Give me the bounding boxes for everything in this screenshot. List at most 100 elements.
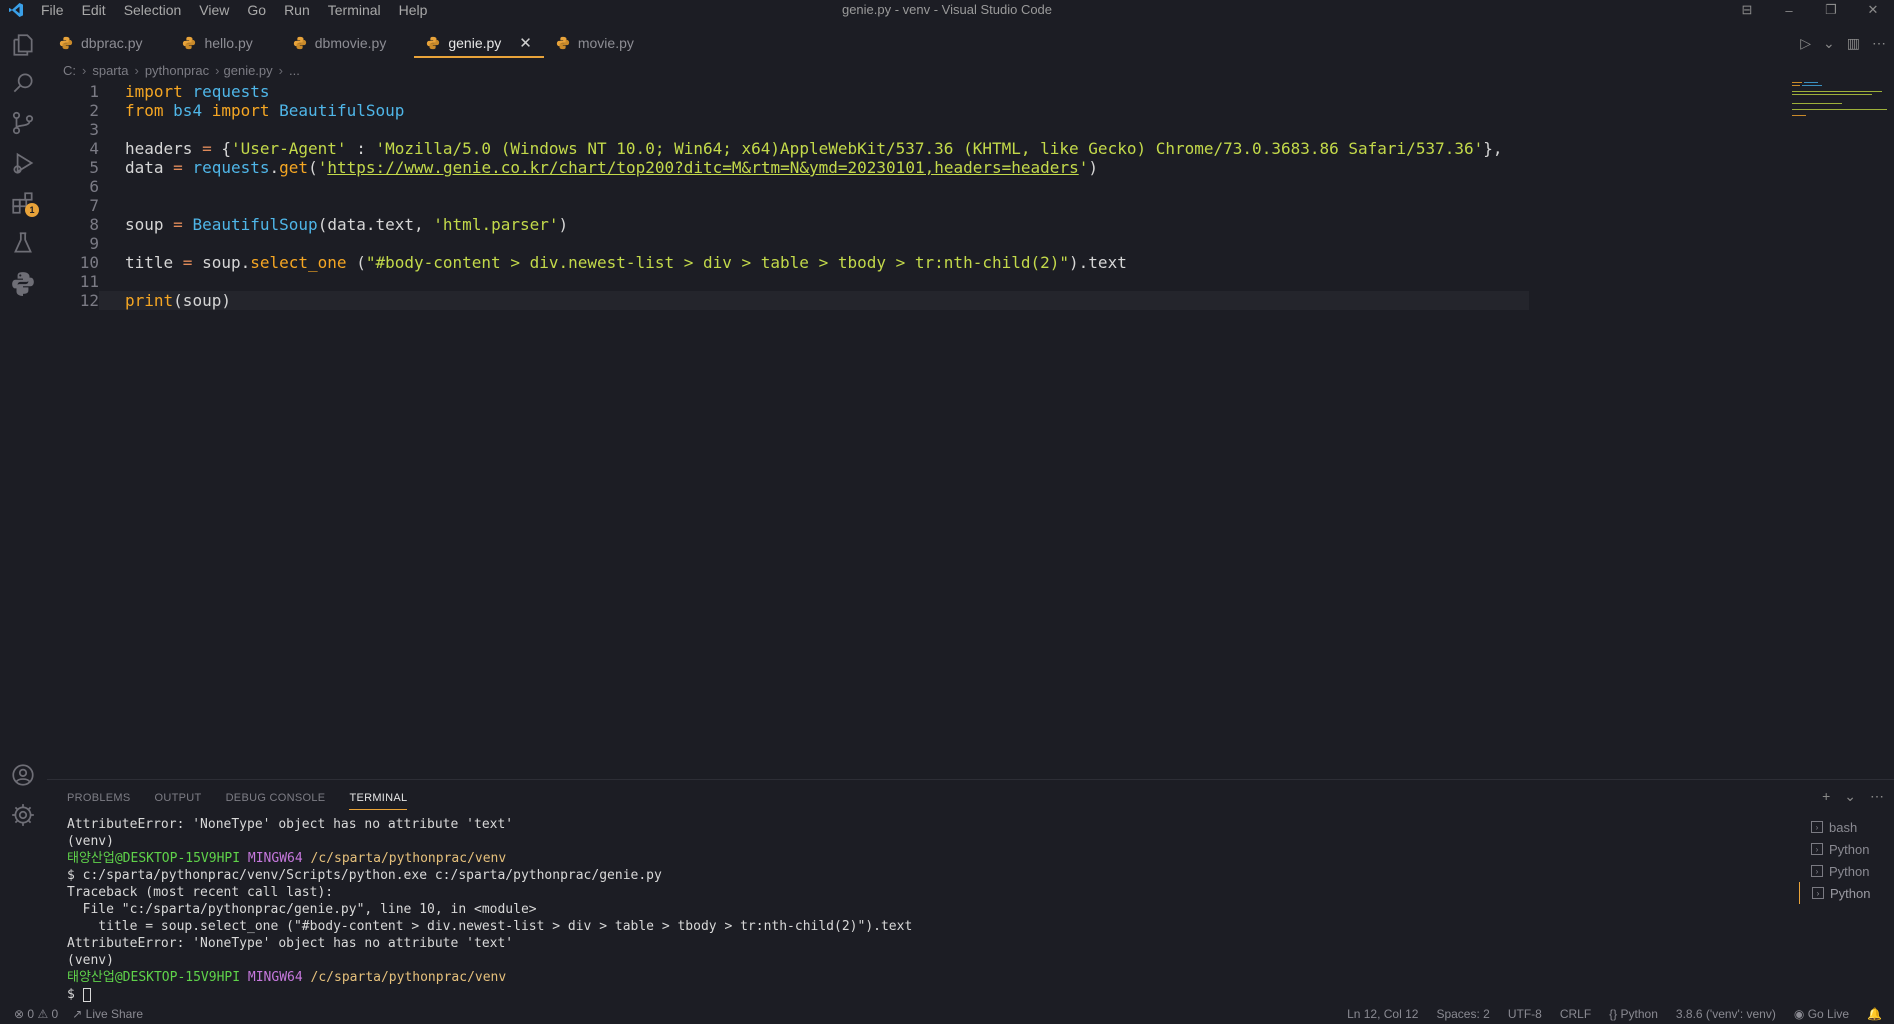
code-token: soup	[125, 215, 174, 234]
language-label: Python	[1620, 1007, 1658, 1021]
end-of-line[interactable]: CRLF	[1560, 1007, 1591, 1021]
menu-go[interactable]: Go	[238, 2, 275, 18]
tab-dbmovie-py[interactable]: dbmovie.py	[281, 28, 415, 58]
terminal-instance-bash[interactable]: › bash	[1799, 816, 1894, 838]
panel-tab-debug-console[interactable]: DEBUG CONSOLE	[226, 792, 326, 810]
terminal-output[interactable]: AttributeError: 'NoneType' object has no…	[67, 816, 1807, 1003]
python-icon[interactable]	[8, 268, 38, 298]
search-icon[interactable]	[8, 68, 38, 98]
menu-view[interactable]: View	[190, 2, 238, 18]
menu-run[interactable]: Run	[275, 2, 319, 18]
code-token: },	[1483, 139, 1503, 158]
code-token: =	[173, 215, 183, 234]
code-token: =	[202, 139, 212, 158]
panel-tab-output[interactable]: OUTPUT	[155, 792, 202, 810]
terminal-text: AttributeError: 'NoneType' object has no…	[67, 817, 514, 832]
close-window-button[interactable]: ✕	[1852, 0, 1894, 20]
breadcrumb-item[interactable]: genie.py	[224, 63, 273, 78]
code-token: =	[182, 253, 193, 272]
language-mode[interactable]: {} Python	[1609, 1007, 1658, 1021]
code-token: (data.text,	[317, 215, 434, 234]
run-file-icon[interactable]: ▷	[1800, 35, 1811, 52]
extensions-icon[interactable]: 1	[8, 188, 39, 218]
terminal-line: 태양산업@DESKTOP-15V9HPI MINGW64 /c/sparta/p…	[67, 850, 1807, 867]
bottom-panel: PROBLEMS OUTPUT DEBUG CONSOLE TERMINAL + ⌄ …	[47, 779, 1894, 1009]
code-text: print(soup)	[125, 291, 231, 310]
status-bar: ⊗ 0 ⚠ 0 ↗ Live Share Ln 12, Col 12 Space…	[0, 1004, 1894, 1024]
run-dropdown-chevron-icon[interactable]: ⌄	[1823, 35, 1835, 52]
new-terminal-button[interactable]: +	[1822, 788, 1830, 805]
gear-icon[interactable]	[8, 800, 38, 830]
code-line: 5 data = requests.get('https://www.genie.…	[47, 158, 1787, 177]
terminal-instance-label: Python	[1830, 885, 1871, 901]
status-left: ⊗ 0 ⚠ 0 ↗ Live Share	[14, 1007, 143, 1021]
close-tab-icon[interactable]: ✕	[519, 34, 532, 52]
tab-dbprac-py[interactable]: dbprac.py	[47, 28, 170, 58]
layout-icon[interactable]: ⊟	[1726, 0, 1768, 20]
menu-file[interactable]: File	[32, 2, 73, 18]
testing-icon[interactable]	[8, 228, 38, 258]
terminal-text: AttributeError: 'NoneType' object has no…	[67, 936, 514, 951]
code-token: :	[346, 139, 376, 158]
python-interpreter[interactable]: 3.8.6 ('venv': venv)	[1676, 1007, 1776, 1021]
breadcrumb-item[interactable]: sparta	[92, 63, 128, 78]
code-token: headers	[125, 139, 203, 158]
breadcrumb-item[interactable]: pythonprac	[145, 63, 209, 78]
encoding[interactable]: UTF-8	[1508, 1007, 1542, 1021]
minimize-button[interactable]: –	[1768, 0, 1810, 20]
breadcrumb-item[interactable]: C:	[63, 63, 76, 78]
terminal-dropdown-chevron-icon[interactable]: ⌄	[1844, 788, 1856, 805]
terminal-instance-label: Python	[1829, 863, 1870, 879]
code-token: print	[125, 291, 174, 310]
terminal-text: Traceback (most recent call last):	[67, 885, 334, 900]
warning-icon: ⚠	[37, 1007, 49, 1021]
terminal-instance-python[interactable]: › Python	[1799, 860, 1894, 882]
line-number: 7	[89, 196, 99, 215]
code-token: soup.	[192, 253, 251, 272]
line-number: 1	[89, 82, 99, 101]
live-share-button[interactable]: ↗ Live Share	[72, 1007, 143, 1021]
breadcrumb-item[interactable]: ...	[289, 63, 300, 78]
notifications-icon[interactable]: 🔔	[1867, 1007, 1882, 1021]
code-token: BeautifulSoup	[279, 101, 405, 120]
explorer-icon[interactable]	[8, 30, 38, 60]
run-debug-icon[interactable]	[8, 148, 38, 178]
code-line: 6	[47, 177, 1787, 196]
menu-help[interactable]: Help	[390, 2, 437, 18]
indentation[interactable]: Spaces: 2	[1436, 1007, 1489, 1021]
restore-button[interactable]: ❐	[1810, 0, 1852, 20]
go-live-button[interactable]: ◉ Go Live	[1794, 1007, 1849, 1021]
code-line: 4 headers = {'User-Agent' : 'Mozilla/5.0 …	[47, 139, 1787, 158]
source-control-icon[interactable]	[8, 108, 38, 138]
code-token[interactable]: https://www.genie.co.kr/chart/top200?dit…	[327, 158, 1078, 177]
terminal-instance-python[interactable]: › Python	[1799, 882, 1894, 904]
panel-tab-terminal[interactable]: TERMINAL	[349, 792, 408, 810]
code-token: "#body-content > div.newest-list > div >…	[365, 253, 1070, 272]
menu-selection[interactable]: Selection	[115, 2, 191, 18]
line-number: 4	[89, 139, 99, 158]
title-bar: File Edit Selection View Go Run Terminal Help g…	[0, 0, 1894, 20]
cursor-position[interactable]: Ln 12, Col 12	[1347, 1007, 1418, 1021]
terminal-instance-python[interactable]: › Python	[1799, 838, 1894, 860]
more-actions-button[interactable]: ⋯	[1870, 788, 1884, 805]
menu-edit[interactable]: Edit	[73, 2, 115, 18]
account-icon[interactable]	[8, 760, 38, 790]
line-number: 6	[89, 177, 99, 196]
minimap[interactable]	[1790, 80, 1890, 120]
code-editor[interactable]: 1 import requests 2 from bs4 import Beautif…	[47, 82, 1787, 782]
split-editor-icon[interactable]: ▥	[1847, 35, 1860, 52]
tab-hello-py[interactable]: hello.py	[170, 28, 280, 58]
tab-genie-py[interactable]: genie.py ✕	[414, 28, 544, 58]
panel-tab-problems[interactable]: PROBLEMS	[67, 792, 131, 810]
tab-movie-py[interactable]: movie.py	[544, 28, 662, 58]
more-editor-actions-icon[interactable]: ⋯	[1872, 35, 1886, 52]
code-token: BeautifulSoup	[192, 215, 318, 234]
code-token: =	[173, 158, 183, 177]
code-token: 'html.parser'	[433, 215, 559, 234]
code-text: title = soup.select_one ("#body-content …	[125, 253, 1127, 272]
editor-actions: ▷ ⌄ ▥ ⋯	[1800, 28, 1886, 58]
problems-indicator[interactable]: ⊗ 0 ⚠ 0	[14, 1007, 58, 1021]
menu-terminal[interactable]: Terminal	[319, 2, 390, 18]
